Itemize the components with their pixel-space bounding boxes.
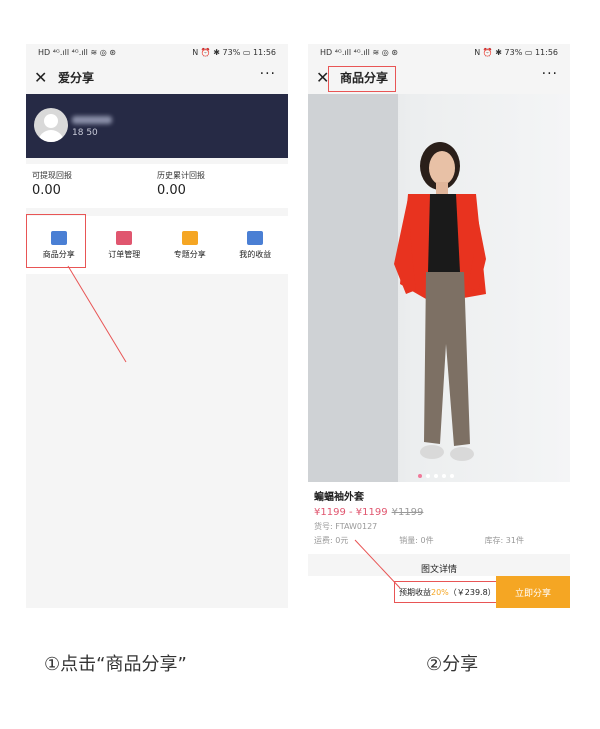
status-bar: HD ⁴ᴳ.ıll ⁴ᴳ.ıll ≋ ◎ ⊛ N ⏰ ✱ 73% ▭ 11:56	[26, 44, 288, 60]
menu-grid: 商品分享 订单管理 专题分享 我的收益	[26, 214, 289, 274]
status-bar: HD ⁴ᴳ.ıll ⁴ᴳ.ıll ≋ ◎ ⊛ N ⏰ ✱ 73% ▭ 11:56	[308, 44, 570, 60]
status-left: HD ⁴ᴳ.ıll ⁴ᴳ.ıll ≋ ◎ ⊛	[320, 47, 398, 57]
carousel-dot[interactable]	[450, 474, 454, 478]
detail-title[interactable]: 图文详情	[308, 562, 570, 575]
menu-label: 订单管理	[108, 249, 141, 259]
carousel-dot[interactable]	[442, 474, 446, 478]
menu-item-topic-share[interactable]: 专题分享	[157, 216, 223, 274]
caption-step-2: ②分享	[426, 654, 479, 675]
phone-number: 18 50	[72, 128, 98, 138]
page-title: 爱分享	[58, 70, 95, 85]
stat-withdrawable[interactable]: 可提现回报 0.00	[32, 170, 157, 202]
stat-label: 历史累计回报	[157, 171, 205, 180]
carousel-dot[interactable]	[434, 474, 438, 478]
product-price: ¥1199 - ¥1199 ¥1199	[314, 507, 564, 518]
profile-header: 18 50	[26, 94, 288, 158]
bottom-bar: 预期收益 20% （￥239.8） 立即分享	[308, 576, 570, 608]
earn-pct: 20%	[431, 587, 449, 597]
close-icon[interactable]: ✕	[34, 68, 54, 87]
carousel-dot[interactable]	[418, 474, 422, 478]
price-range: ¥1199 - ¥1199	[314, 507, 388, 518]
product-code: 货号: FTAW0127	[314, 522, 378, 531]
status-right: N ⏰ ✱ 73% ▭ 11:56	[474, 47, 558, 57]
topic-icon	[181, 230, 198, 245]
avatar[interactable]	[34, 108, 68, 142]
expected-earnings: 预期收益 20% （￥239.8）	[394, 581, 501, 603]
earn-label: 预期收益	[399, 587, 431, 597]
product-info: 蝙蝠袖外套 ¥1199 - ¥1199 ¥1199 货号: FTAW0127 运费…	[308, 482, 570, 554]
phone-screen-1: HD ⁴ᴳ.ıll ⁴ᴳ.ıll ≋ ◎ ⊛ N ⏰ ✱ 73% ▭ 11:56…	[26, 44, 288, 608]
caption-step-1: ①点击“商品分享”	[44, 654, 187, 675]
phone-screen-2: HD ⁴ᴳ.ıll ⁴ᴳ.ıll ≋ ◎ ⊛ N ⏰ ✱ 73% ▭ 11:56…	[308, 44, 570, 608]
status-left: HD ⁴ᴳ.ıll ⁴ᴳ.ıll ≋ ◎ ⊛	[38, 47, 116, 57]
blurred-name	[72, 116, 112, 124]
nav-bar: ✕ 爱分享 ···	[26, 60, 288, 94]
menu-item-earnings[interactable]: 我的收益	[223, 216, 289, 274]
product-meta: 运费: 0元 销量: 0件 库存: 31件	[314, 535, 564, 546]
product-name: 蝙蝠袖外套	[314, 492, 364, 503]
more-icon[interactable]: ···	[542, 66, 558, 82]
share-now-button[interactable]: 立即分享	[496, 576, 570, 608]
highlight-box	[26, 214, 86, 268]
earn-amount: （￥239.8）	[448, 587, 496, 597]
highlight-box	[328, 66, 396, 92]
stat-value: 0.00	[157, 183, 186, 198]
model-illustration	[394, 142, 486, 461]
menu-item-product-share[interactable]: 商品分享	[26, 214, 92, 274]
card-icon	[247, 230, 264, 245]
menu-label: 专题分享	[173, 249, 206, 259]
more-icon[interactable]: ···	[260, 66, 276, 82]
menu-label: 我的收益	[239, 249, 272, 259]
product-photo[interactable]	[308, 94, 570, 482]
stat-label: 可提现回报	[32, 171, 72, 180]
stock: 库存: 31件	[484, 536, 524, 545]
menu-item-orders[interactable]: 订单管理	[92, 216, 158, 274]
sales: 销量: 0件	[399, 536, 434, 545]
old-price: ¥1199	[391, 507, 424, 518]
stat-value: 0.00	[32, 183, 61, 198]
stats-panel: 可提现回报 0.00 历史累计回报 0.00	[26, 164, 288, 208]
order-icon	[116, 230, 133, 245]
status-right: N ⏰ ✱ 73% ▭ 11:56	[192, 47, 276, 57]
stat-history[interactable]: 历史累计回报 0.00	[157, 170, 282, 202]
carousel-dot[interactable]	[426, 474, 430, 478]
shipping: 运费: 0元	[314, 536, 349, 545]
carousel-dots[interactable]	[418, 474, 454, 478]
